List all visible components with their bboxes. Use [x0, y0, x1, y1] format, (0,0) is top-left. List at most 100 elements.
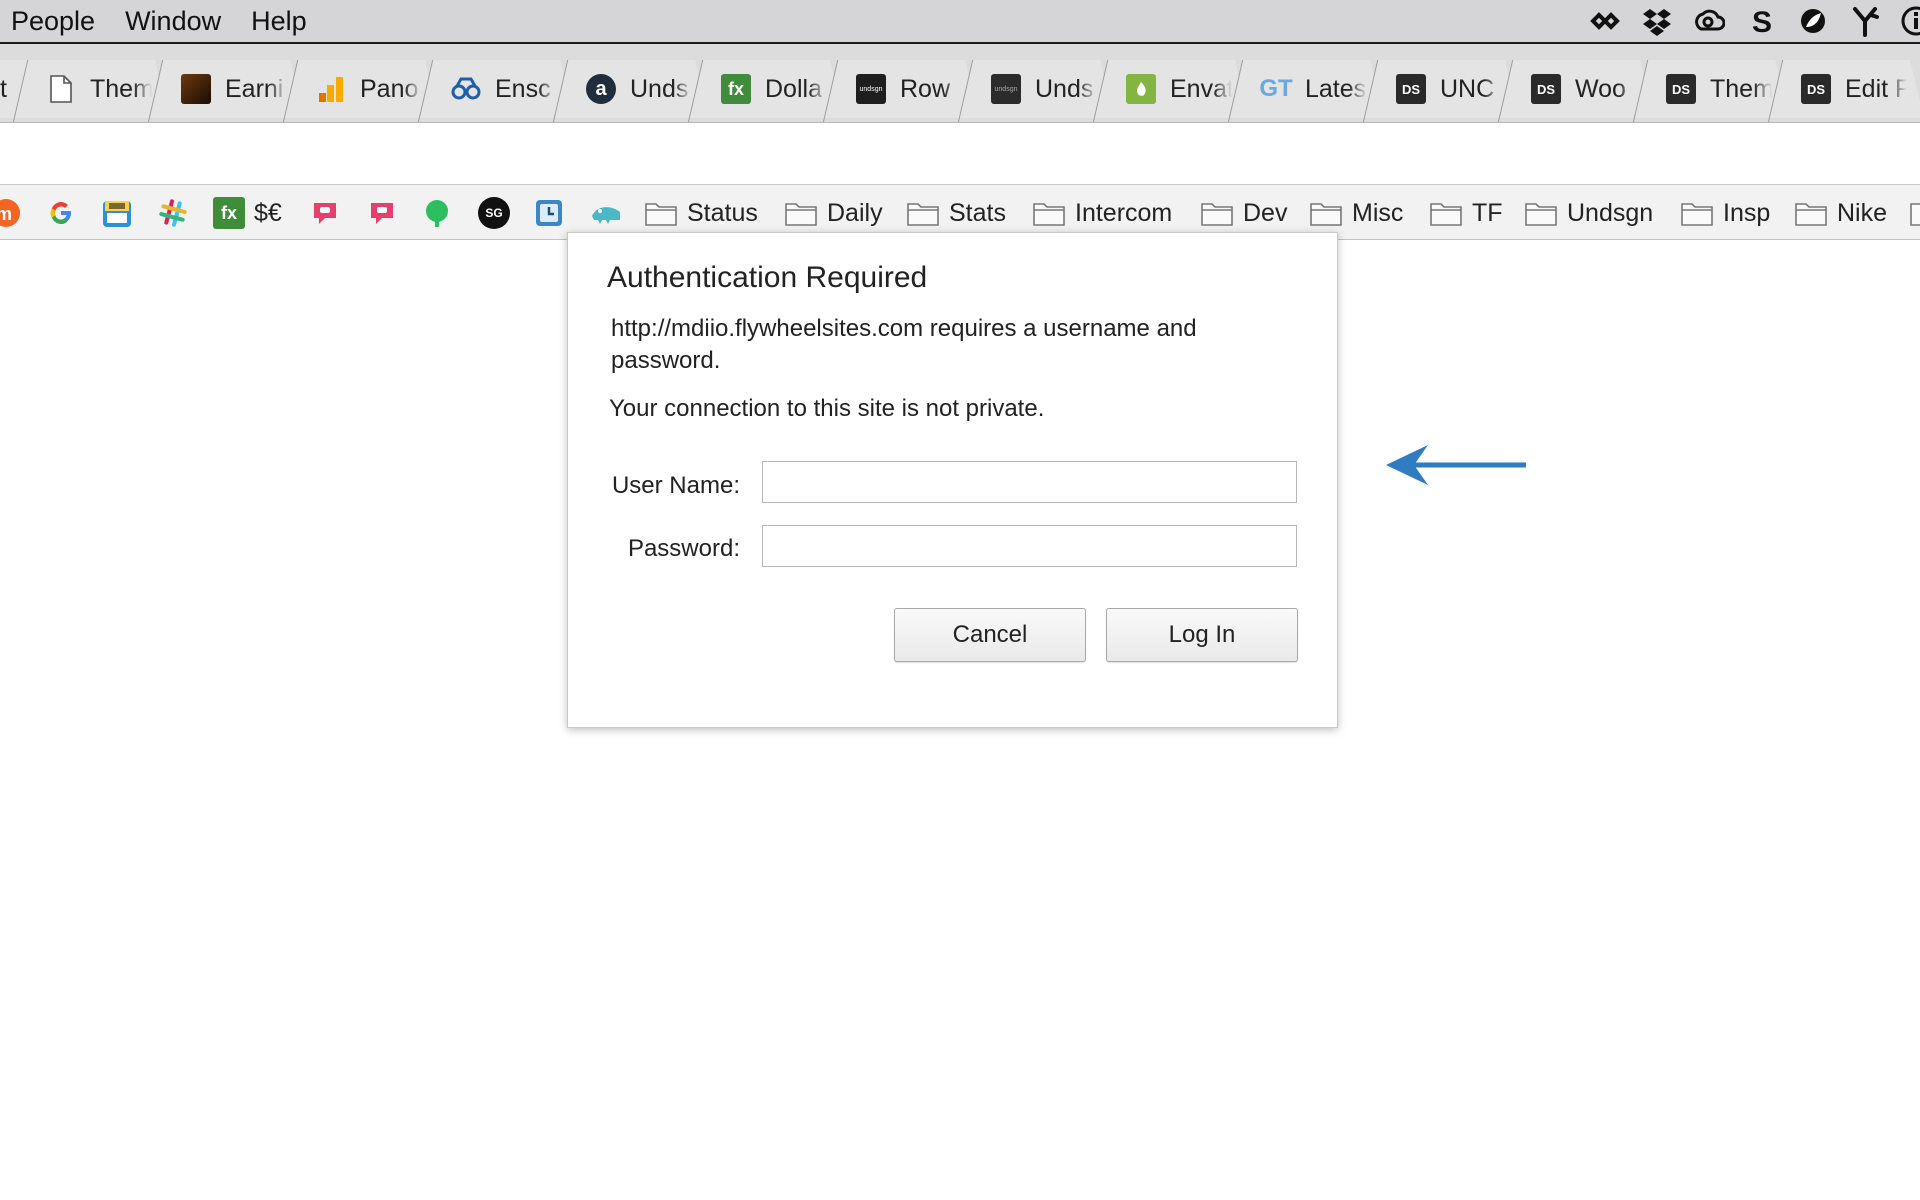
tab-title: Them	[90, 74, 152, 103]
evernote-icon[interactable]	[421, 197, 453, 229]
google-icon[interactable]	[45, 197, 77, 229]
dialog-message: http://mdiio.flywheelsites.com requires …	[611, 315, 1197, 374]
username-label: User Name:	[611, 472, 740, 499]
folder-icon	[1795, 203, 1827, 226]
cancel-button[interactable]: Cancel	[894, 608, 1086, 662]
undsgn-icon: undsgn	[856, 74, 886, 104]
tab-title: Ensc	[495, 74, 551, 103]
folder-icon	[645, 203, 677, 226]
folder-icon	[1201, 203, 1233, 226]
folder-icon	[1310, 203, 1342, 226]
creative-cloud-icon[interactable]	[1692, 4, 1726, 38]
calendar-icon[interactable]	[101, 197, 133, 229]
branch-icon[interactable]	[1848, 4, 1882, 38]
svg-text:m: m	[0, 204, 12, 224]
ds-icon: DS	[1531, 74, 1561, 104]
tab-them-2[interactable]: DS Them	[1632, 60, 1779, 122]
scrivener-icon[interactable]: S	[1744, 4, 1778, 38]
tab-unc[interactable]: DS UNC	[1362, 60, 1509, 122]
auth-dialog: Authentication Required http://mdiio.fly…	[567, 232, 1338, 728]
menu-items: People Window Help	[0, 0, 325, 42]
tab-woo[interactable]: DS Woo	[1497, 60, 1644, 122]
tab-title: Envat	[1170, 74, 1232, 103]
clock-app-icon[interactable]	[533, 197, 565, 229]
folder-icon	[907, 203, 939, 226]
folder-icon	[1910, 203, 1920, 226]
folder-icon	[785, 203, 817, 226]
folder-icon	[1033, 203, 1065, 226]
tab-edit[interactable]: DS Edit F	[1767, 60, 1914, 122]
menu-window[interactable]: Window	[113, 0, 239, 43]
toolbar	[0, 123, 1920, 184]
bookmark-folder-stats[interactable]: Stats	[907, 195, 1006, 231]
password-input[interactable]	[762, 525, 1297, 567]
dialog-title: Authentication Required	[607, 261, 928, 294]
folder-icon	[1681, 203, 1713, 226]
tab-latest[interactable]: GT Lates	[1227, 60, 1374, 122]
privacy-warning: Your connection to this site is not priv…	[609, 395, 1045, 422]
page-icon	[46, 74, 76, 104]
tab-analytics[interactable]: Pano	[282, 60, 429, 122]
menu-people[interactable]: People	[0, 0, 113, 43]
menu-help[interactable]: Help	[239, 0, 325, 43]
tab-ensc[interactable]: Ensc	[417, 60, 564, 122]
undsgn-icon: undsgn	[991, 74, 1021, 104]
fx-icon[interactable]: fx	[213, 197, 245, 229]
sg-icon[interactable]: SG	[478, 197, 510, 229]
tab-title: Unds	[1035, 74, 1094, 103]
earnings-icon	[181, 74, 211, 104]
quote-icon[interactable]	[366, 197, 398, 229]
ds-icon: DS	[1396, 74, 1426, 104]
tab-title: Lates	[1305, 74, 1367, 103]
tab-title: Pano	[360, 74, 419, 103]
bookmark-folder-misc[interactable]: Misc	[1310, 195, 1403, 231]
bookmark-folder-nike[interactable]: Nike	[1795, 195, 1887, 231]
folder-icon	[1430, 203, 1462, 226]
tab-title: Row	[900, 74, 951, 103]
ds-icon: DS	[1666, 74, 1696, 104]
dropbox-icon[interactable]	[1640, 4, 1674, 38]
tab-title: Earni	[225, 74, 284, 103]
tab-strip: t Them Earni Pano Ensc a Unds fx Dolla u…	[0, 44, 1920, 123]
tab-title: Unds	[630, 74, 689, 103]
leaf-icon[interactable]	[1796, 4, 1830, 38]
currency-bookmark[interactable]: $€	[254, 195, 282, 231]
menu-extras: S	[1588, 0, 1920, 42]
slack-icon[interactable]	[157, 197, 189, 229]
tab-dollar[interactable]: fx Dolla	[687, 60, 834, 122]
tab-envato[interactable]: Envat	[1092, 60, 1239, 122]
password-label: Password:	[627, 535, 740, 562]
bookmark-folder-daily[interactable]: Daily	[785, 195, 883, 231]
tab-earnings[interactable]: Earni	[147, 60, 294, 122]
bookmark-folder-tf[interactable]: TF	[1430, 195, 1503, 231]
info-icon[interactable]	[1900, 4, 1920, 38]
tab-title: Them	[1710, 74, 1772, 103]
tab-title: UNC	[1440, 74, 1495, 103]
bookmark-folder-status[interactable]: Status	[645, 195, 758, 231]
folder-icon	[1525, 203, 1557, 226]
analytics-icon	[316, 74, 346, 104]
tab-title: Woo	[1575, 74, 1626, 103]
link-icon[interactable]	[1588, 4, 1622, 38]
bookmark-folder-overflow[interactable]	[1910, 195, 1920, 231]
annotation-arrow	[1386, 445, 1526, 485]
svg-text:S: S	[1752, 6, 1772, 37]
bookmark-folder-undsgn[interactable]: Undsgn	[1525, 195, 1653, 231]
login-button[interactable]: Log In	[1106, 608, 1298, 662]
crocodile-icon[interactable]	[590, 197, 622, 229]
bookmark-folder-dev[interactable]: Dev	[1201, 195, 1287, 231]
fx-icon: fx	[721, 74, 751, 104]
envato-icon	[1126, 74, 1156, 104]
m-icon[interactable]: m	[0, 197, 22, 229]
username-input[interactable]	[762, 461, 1297, 503]
tab-them-1[interactable]: Them	[12, 60, 159, 122]
ds-icon: DS	[1801, 74, 1831, 104]
bookmark-folder-insp[interactable]: Insp	[1681, 195, 1770, 231]
tab-unds-amazon[interactable]: a Unds	[552, 60, 699, 122]
tab-row[interactable]: undsgn Row	[822, 60, 969, 122]
tab-title: Edit F	[1845, 74, 1907, 103]
menu-bar: People Window Help S	[0, 0, 1920, 44]
bookmark-folder-intercom[interactable]: Intercom	[1033, 195, 1172, 231]
quote-icon[interactable]	[309, 197, 341, 229]
tab-unds[interactable]: undsgn Unds	[957, 60, 1104, 122]
